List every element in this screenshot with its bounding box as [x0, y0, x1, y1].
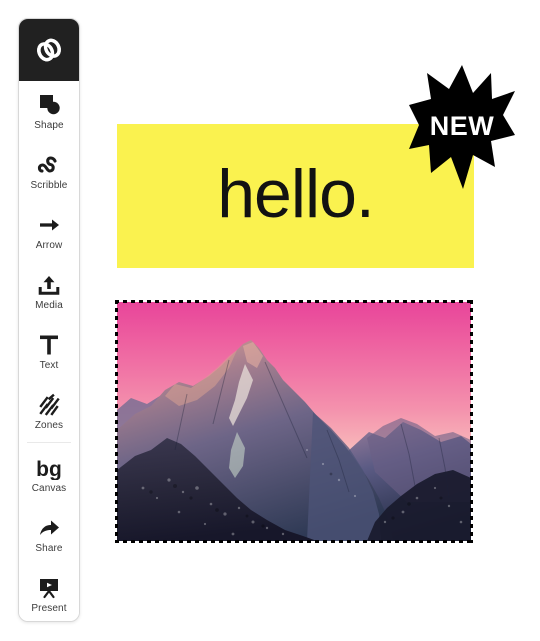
sidebar-item-media[interactable]: Media — [19, 261, 79, 321]
sidebar-item-share[interactable]: Share — [19, 504, 79, 564]
sidebar-item-label: Scribble — [30, 180, 68, 191]
present-screen-icon — [34, 574, 64, 600]
app-root: Shape Scribble Arrow Media Text Zones bg… — [0, 0, 540, 641]
bg-canvas-icon: bg — [32, 454, 66, 480]
sidebar-item-label: Shape — [34, 120, 64, 131]
arrow-right-icon — [35, 211, 63, 237]
sidebar-item-label: Arrow — [35, 240, 63, 251]
shape-square-circle-icon — [35, 91, 63, 117]
mountain-image[interactable] — [117, 302, 471, 541]
zones-hatch-icon — [35, 391, 63, 417]
sidebar-item-arrow[interactable]: Arrow — [19, 201, 79, 261]
scribble-squiggle-icon — [35, 151, 63, 177]
share-arrow-icon — [35, 514, 63, 540]
sidebar-item-label: Zones — [34, 420, 64, 431]
svg-text:bg: bg — [36, 458, 62, 480]
sidebar-item-present[interactable]: Present — [19, 564, 79, 621]
sidebar-item-label: Canvas — [31, 483, 67, 494]
sidebar-item-canvas[interactable]: bg Canvas — [19, 444, 79, 504]
app-logo[interactable] — [19, 19, 79, 81]
sidebar-item-text[interactable]: Text — [19, 321, 79, 381]
sidebar-item-label: Media — [35, 300, 63, 311]
new-starburst-badge[interactable]: NEW — [407, 63, 517, 191]
sidebar-item-label: Text — [39, 360, 59, 371]
selection-border-top — [115, 300, 473, 303]
infinity-links-logo-icon — [37, 38, 61, 62]
mountain-silhouettes — [117, 340, 471, 541]
sidebar-item-shape[interactable]: Shape — [19, 81, 79, 141]
selection-border-right — [470, 300, 473, 543]
sidebar-item-label: Share — [35, 543, 63, 554]
text-t-icon — [35, 331, 63, 357]
tool-sidebar: Shape Scribble Arrow Media Text Zones bg… — [18, 18, 80, 622]
image-selection-frame[interactable] — [115, 300, 473, 543]
upload-media-icon — [35, 271, 63, 297]
selection-border-left — [115, 300, 118, 543]
canvas-area[interactable]: hello. NEW — [96, 0, 540, 641]
sidebar-item-label: Present — [31, 603, 67, 614]
sidebar-item-scribble[interactable]: Scribble — [19, 141, 79, 201]
sidebar-item-zones[interactable]: Zones — [19, 381, 79, 441]
hello-text: hello. — [217, 156, 375, 232]
sidebar-divider — [27, 442, 71, 443]
new-badge-label: NEW — [429, 110, 495, 141]
selection-border-bottom — [115, 540, 473, 543]
